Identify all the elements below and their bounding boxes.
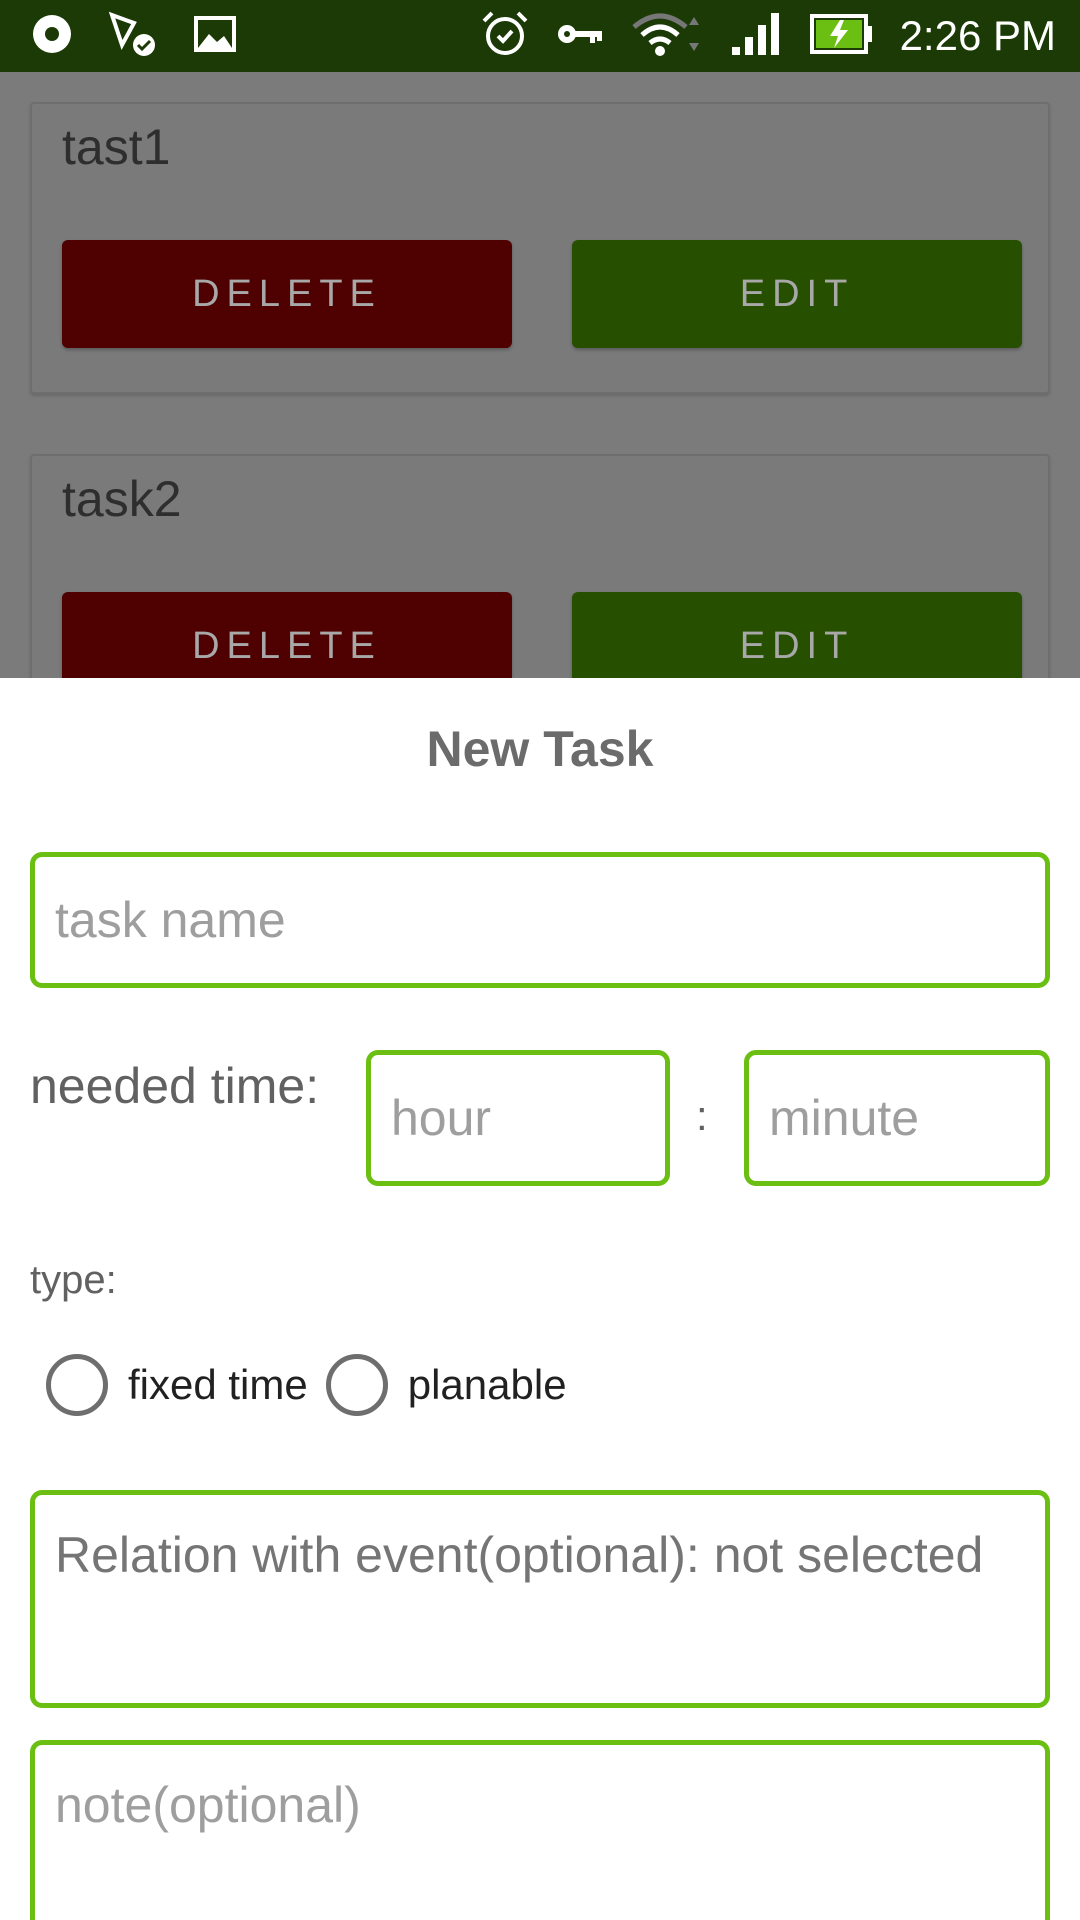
time-separator: : <box>696 1092 708 1139</box>
delete-button[interactable]: DELETE <box>62 240 512 348</box>
edit-button[interactable]: EDIT <box>572 240 1022 348</box>
screen: 2:26 PM tast1 DELETE EDIT task2 DELETE E… <box>0 0 1080 1920</box>
status-bar: 2:26 PM <box>0 0 1080 72</box>
status-left-icons <box>30 9 270 64</box>
record-icon <box>30 12 74 61</box>
new-task-sheet: New Task task name needed time: hour : m… <box>0 678 1080 1920</box>
task-title: tast1 <box>62 119 171 175</box>
relation-event-selector[interactable]: Relation with event(optional): not selec… <box>30 1490 1050 1708</box>
task-list: tast1 DELETE EDIT task2 DELETE EDIT <box>0 72 1080 746</box>
minute-input[interactable]: minute <box>744 1050 1050 1186</box>
needed-time-label: needed time: <box>30 1058 320 1114</box>
task-title: task2 <box>62 471 182 527</box>
signal-check-icon <box>108 9 160 64</box>
battery-charging-icon <box>809 12 874 61</box>
status-time: 2:26 PM <box>899 12 1056 59</box>
alarm-icon <box>480 9 530 64</box>
note-input[interactable]: note(optional) <box>30 1740 1050 1920</box>
fixed-time-label[interactable]: fixed time <box>128 1361 308 1409</box>
type-label: type: <box>30 1258 117 1302</box>
hour-input[interactable]: hour <box>366 1050 670 1186</box>
wifi-icon <box>630 9 704 64</box>
type-radio-group: fixed time planable <box>46 1354 585 1416</box>
sheet-title: New Task <box>426 721 654 777</box>
fixed-time-radio[interactable] <box>46 1354 108 1416</box>
planable-radio[interactable] <box>325 1354 388 1416</box>
task-card: tast1 DELETE EDIT <box>30 102 1050 394</box>
key-icon <box>556 19 604 54</box>
planable-label[interactable]: planable <box>408 1361 567 1409</box>
image-icon <box>194 15 236 57</box>
task-name-input[interactable]: task name <box>30 852 1050 988</box>
cell-signal-icon <box>730 11 784 62</box>
status-right-icons: 2:26 PM <box>454 9 1056 64</box>
